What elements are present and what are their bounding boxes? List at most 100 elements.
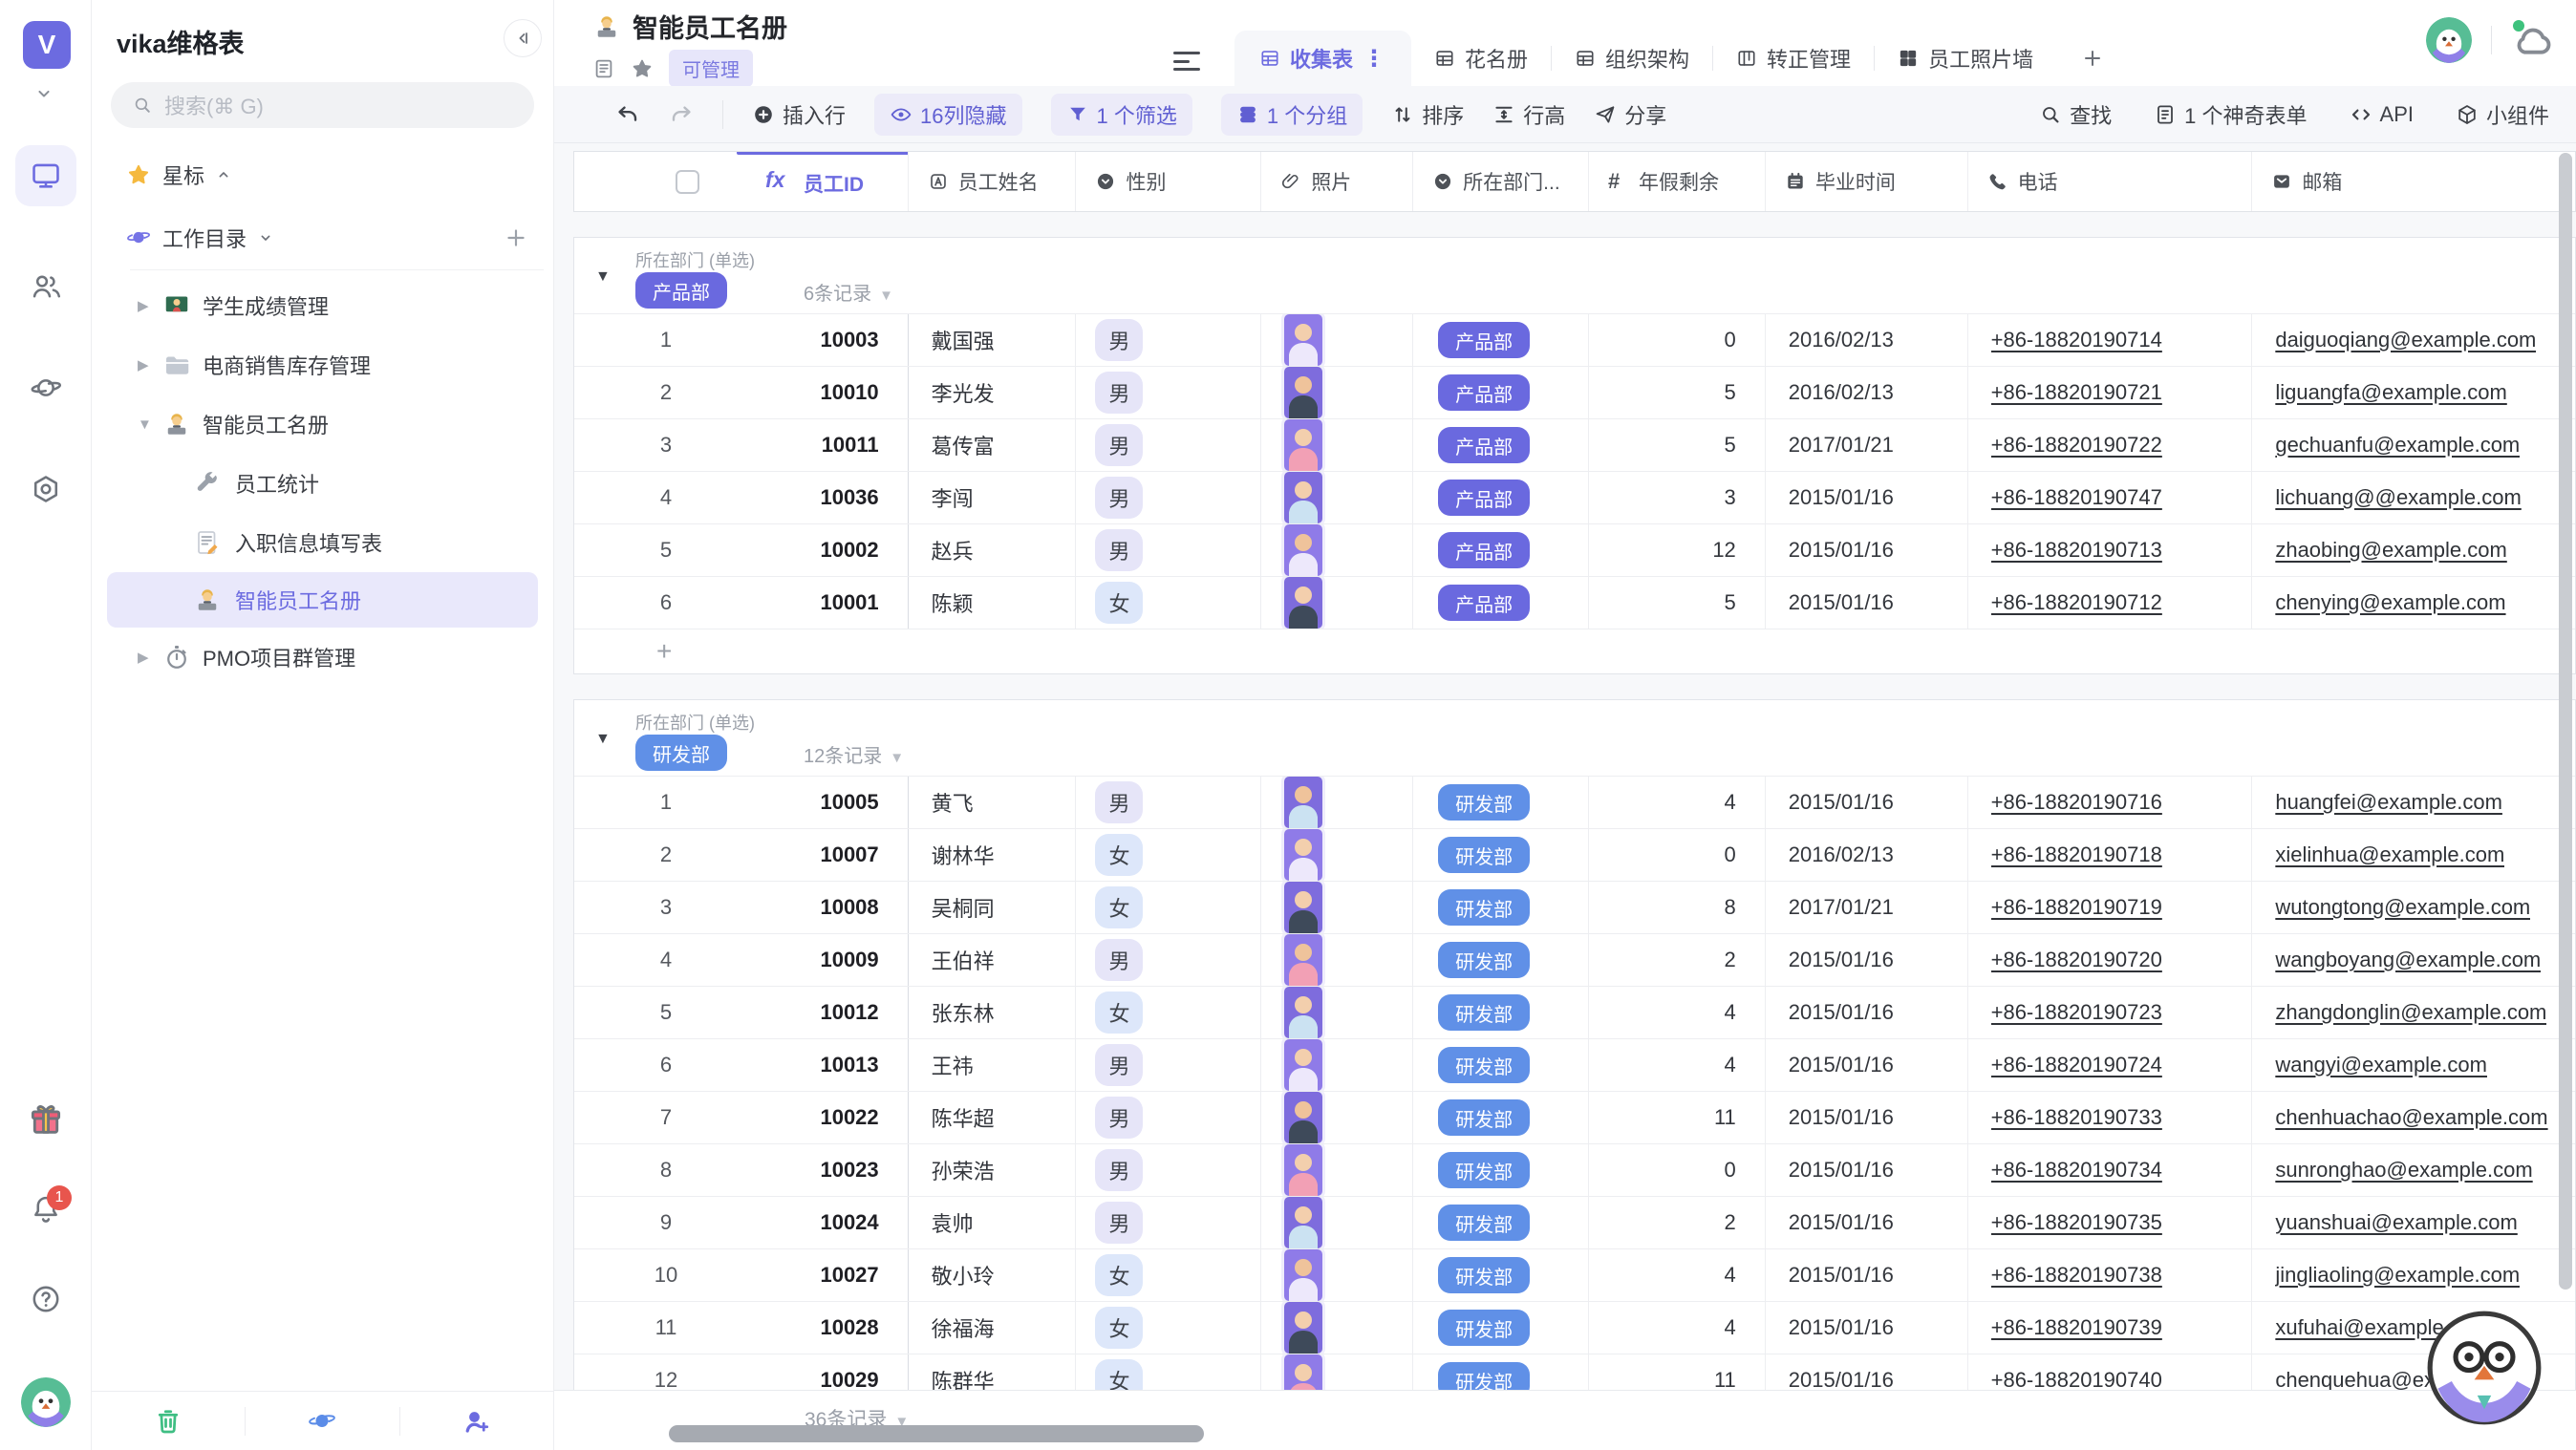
table-row[interactable]: 1210029陈群华女研发部112015/01/16+86-1882019074… <box>574 1354 2575 1390</box>
cell-email-link[interactable]: chenhuachao@example.com <box>2275 1105 2547 1130</box>
cell-grad[interactable]: 2015/01/16 <box>1766 524 1968 576</box>
cell-email[interactable]: liguangfa@example.com <box>2252 367 2575 418</box>
group-header[interactable]: ▼ 所在部门 (单选) 产品部 6条记录▼ <box>574 238 2575 314</box>
cell-leave[interactable]: 11 <box>1589 1092 1766 1143</box>
cell-grad[interactable]: 2015/01/16 <box>1766 577 1968 629</box>
cell-gender[interactable]: 男 <box>1076 367 1261 418</box>
cell-leave[interactable]: 4 <box>1589 1249 1766 1301</box>
cell-gender[interactable]: 男 <box>1076 1039 1261 1091</box>
cell-phone-link[interactable]: +86-18820190723 <box>1991 1000 2162 1025</box>
photo-thumbnail[interactable] <box>1284 934 1322 986</box>
table-row[interactable]: 110003戴国强男产品部02016/02/13+86-18820190714d… <box>574 314 2575 367</box>
cell-phone[interactable]: +86-18820190721 <box>1968 367 2253 418</box>
cell-phone-link[interactable]: +86-18820190719 <box>1991 895 2162 920</box>
cell-gender[interactable]: 男 <box>1076 472 1261 523</box>
column-header-员工ID[interactable]: fx 员工ID <box>574 152 909 211</box>
cell-id[interactable]: 310008 <box>574 882 909 933</box>
cell-name[interactable]: 陈群华 <box>909 1354 1077 1390</box>
rail-item-api-center[interactable] <box>15 458 76 520</box>
cell-id[interactable]: 810023 <box>574 1144 909 1196</box>
cell-email-link[interactable]: huangfei@example.com <box>2275 790 2502 815</box>
cell-dept[interactable]: 研发部 <box>1413 934 1589 986</box>
cell-email-link[interactable]: chenying@example.com <box>2275 590 2505 615</box>
cell-grad[interactable]: 2015/01/16 <box>1766 934 1968 986</box>
column-header-年假剩余[interactable]: #年假剩余 <box>1589 152 1766 211</box>
row-height-button[interactable]: 行高 <box>1492 99 1565 130</box>
cell-dept[interactable]: 产品部 <box>1413 524 1589 576</box>
cell-grad[interactable]: 2015/01/16 <box>1766 987 1968 1038</box>
cell-gender[interactable]: 女 <box>1076 987 1261 1038</box>
cell-phone-link[interactable]: +86-18820190712 <box>1991 590 2162 615</box>
cell-photo[interactable] <box>1261 524 1413 576</box>
cell-id[interactable]: 610013 <box>574 1039 909 1091</box>
cell-phone-link[interactable]: +86-18820190718 <box>1991 842 2162 867</box>
cell-dept[interactable]: 产品部 <box>1413 419 1589 471</box>
cell-id[interactable]: 210010 <box>574 367 909 418</box>
cell-dept[interactable]: 产品部 <box>1413 367 1589 418</box>
cell-leave[interactable]: 4 <box>1589 777 1766 828</box>
rail-item-contacts[interactable] <box>15 256 76 317</box>
table-row[interactable]: 210010李光发男产品部52016/02/13+86-18820190721l… <box>574 367 2575 419</box>
cell-email-link[interactable]: wutongtong@example.com <box>2275 895 2530 920</box>
cell-gender[interactable]: 女 <box>1076 1302 1261 1354</box>
photo-thumbnail[interactable] <box>1284 419 1322 471</box>
table-row[interactable]: 610013王祎男研发部42015/01/16+86-18820190724wa… <box>574 1039 2575 1092</box>
cell-leave[interactable]: 12 <box>1589 524 1766 576</box>
cell-photo[interactable] <box>1261 419 1413 471</box>
table-row[interactable]: 810023孙荣浩男研发部02015/01/16+86-18820190734s… <box>574 1144 2575 1197</box>
cell-phone-link[interactable]: +86-18820190739 <box>1991 1315 2162 1340</box>
cell-dept[interactable]: 研发部 <box>1413 1197 1589 1248</box>
tab-组织架构[interactable]: 组织架构 <box>1552 31 1712 86</box>
cell-email[interactable]: huangfei@example.com <box>2252 777 2575 828</box>
account-avatar[interactable] <box>2426 17 2472 63</box>
table-row[interactable]: 910024袁帅男研发部22015/01/16+86-18820190735yu… <box>574 1197 2575 1249</box>
group-button[interactable]: 1 个分组 <box>1221 94 1363 136</box>
search-input[interactable]: 搜索(⌘ G) <box>111 82 534 128</box>
cell-leave[interactable]: 8 <box>1589 882 1766 933</box>
redo-icon[interactable] <box>669 102 694 127</box>
cell-email[interactable]: zhangdonglin@example.com <box>2252 987 2575 1038</box>
photo-thumbnail[interactable] <box>1284 367 1322 418</box>
cell-gender[interactable]: 男 <box>1076 1092 1261 1143</box>
cell-id[interactable]: 610001 <box>574 577 909 629</box>
sidebar-node-入职信息填写表[interactable]: 入职信息填写表 <box>92 513 553 572</box>
cell-id[interactable]: 110005 <box>574 777 909 828</box>
cell-grad[interactable]: 2015/01/16 <box>1766 1039 1968 1091</box>
cell-gender[interactable]: 男 <box>1076 1144 1261 1196</box>
group-collapse-icon[interactable]: ▼ <box>595 731 611 748</box>
cell-photo[interactable] <box>1261 367 1413 418</box>
cell-grad[interactable]: 2016/02/13 <box>1766 314 1968 366</box>
widget-button[interactable]: 小组件 <box>2456 99 2549 130</box>
photo-thumbnail[interactable] <box>1284 1354 1322 1390</box>
invite-member-icon[interactable] <box>462 1407 491 1436</box>
rail-item-notifications[interactable]: 1 <box>15 1179 76 1240</box>
cell-dept[interactable]: 研发部 <box>1413 1249 1589 1301</box>
cell-gender[interactable]: 男 <box>1076 1197 1261 1248</box>
cell-email-link[interactable]: gechuanfu@example.com <box>2275 433 2520 458</box>
cell-grad[interactable]: 2015/01/16 <box>1766 1354 1968 1390</box>
add-record-row[interactable]: + <box>574 629 2575 673</box>
cell-dept[interactable]: 产品部 <box>1413 577 1589 629</box>
vika-logo[interactable]: V <box>23 21 71 69</box>
table-row[interactable]: 210007谢林华女研发部02016/02/13+86-18820190718x… <box>574 829 2575 882</box>
cell-email-link[interactable]: sunronghao@example.com <box>2275 1158 2532 1183</box>
cell-leave[interactable]: 4 <box>1589 987 1766 1038</box>
cell-gender[interactable]: 男 <box>1076 777 1261 828</box>
cell-phone[interactable]: +86-18820190718 <box>1968 829 2253 881</box>
cell-phone-link[interactable]: +86-18820190713 <box>1991 538 2162 563</box>
cell-grad[interactable]: 2015/01/16 <box>1766 472 1968 523</box>
photo-thumbnail[interactable] <box>1284 987 1322 1038</box>
group-record-count[interactable]: 6条记录▼ <box>804 278 893 306</box>
cell-phone-link[interactable]: +86-18820190740 <box>1991 1368 2162 1390</box>
cell-name[interactable]: 陈华超 <box>909 1092 1077 1143</box>
cell-id[interactable]: 1110028 <box>574 1302 909 1354</box>
cell-email[interactable]: lichuang@@example.com <box>2252 472 2575 523</box>
expand-arrow-icon[interactable]: ▶ <box>138 649 149 666</box>
column-header-所在部门...[interactable]: 所在部门... <box>1413 152 1589 211</box>
cell-email-link[interactable]: jingliaoling@example.com <box>2275 1263 2520 1288</box>
cell-phone[interactable]: +86-18820190734 <box>1968 1144 2253 1196</box>
cell-gender[interactable]: 女 <box>1076 882 1261 933</box>
photo-thumbnail[interactable] <box>1284 1302 1322 1354</box>
cell-id[interactable]: 910024 <box>574 1197 909 1248</box>
cell-phone[interactable]: +86-18820190714 <box>1968 314 2253 366</box>
